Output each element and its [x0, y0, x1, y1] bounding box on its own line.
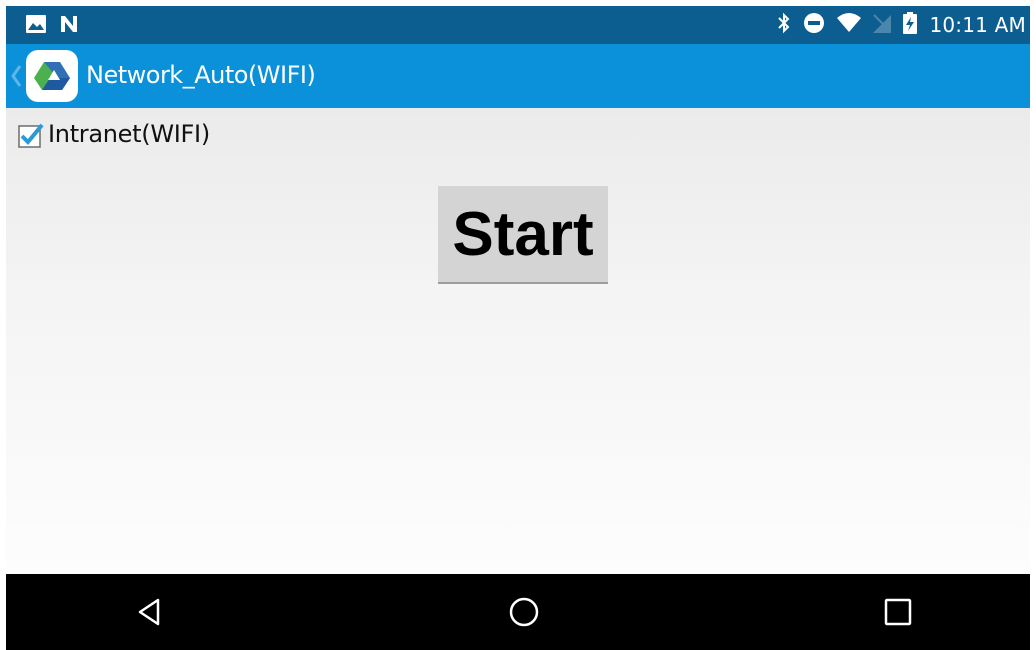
wifi-icon — [837, 12, 862, 38]
status-bar: 10:11 AM — [6, 6, 1030, 44]
checkmark-icon — [18, 123, 44, 148]
network-app-icon — [34, 62, 70, 90]
intranet-checkbox-label: Intranet(WIFI) — [48, 120, 210, 148]
back-icon[interactable] — [134, 596, 166, 628]
status-time: 10:11 AM — [929, 13, 1026, 37]
do-not-disturb-icon — [803, 12, 825, 39]
n-notification-icon — [60, 15, 78, 38]
battery-charging-icon — [903, 11, 918, 39]
navigation-bar — [6, 574, 1030, 650]
app-screen: 10:11 AM Network_Auto(WIFI) Intranet(WIF… — [6, 6, 1030, 650]
start-button[interactable]: Start — [438, 186, 608, 284]
app-logo[interactable] — [26, 50, 78, 102]
app-title: Network_Auto(WIFI) — [86, 61, 316, 89]
recents-icon[interactable] — [882, 596, 914, 628]
home-icon[interactable] — [508, 596, 540, 628]
intranet-checkbox-row[interactable]: Intranet(WIFI) — [18, 120, 210, 148]
bluetooth-icon — [777, 12, 791, 39]
up-chevron-icon[interactable] — [10, 64, 22, 88]
intranet-checkbox[interactable] — [18, 123, 44, 148]
image-icon — [26, 15, 46, 38]
action-bar: Network_Auto(WIFI) — [6, 44, 1030, 108]
main-content: Intranet(WIFI) Start — [6, 108, 1030, 574]
no-sim-icon — [873, 13, 892, 38]
